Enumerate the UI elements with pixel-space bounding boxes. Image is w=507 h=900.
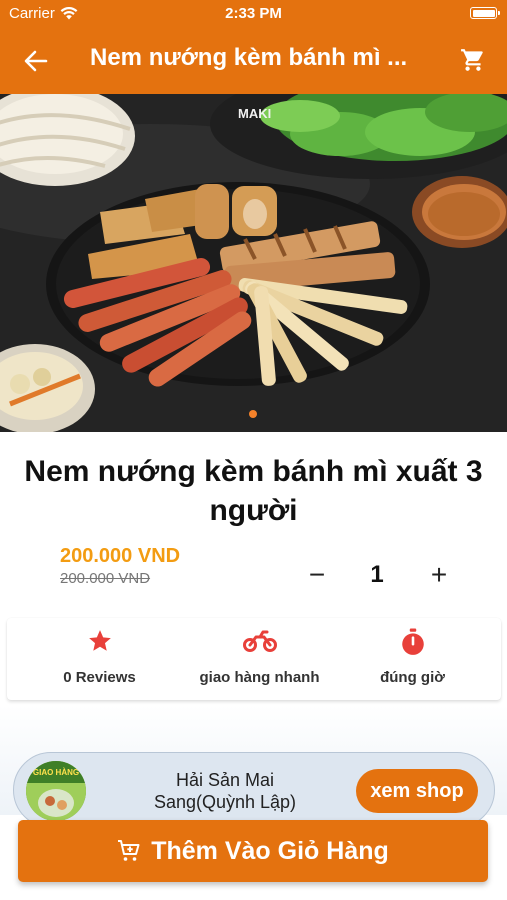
product-photo: MAKI [0,94,507,432]
quantity-stepper: − 1 + [300,558,460,592]
shop-logo-image: GIAO HÀNG [26,761,86,821]
brand-mark: MAKI [238,106,271,121]
product-price: 200.000 VND [60,545,181,567]
add-to-cart-label: Thêm Vào Giỏ Hàng [151,836,389,865]
nav-bar: Nem nướng kèm bánh mì ... [0,38,507,82]
battery-icon [470,7,500,19]
motorbike-icon [242,630,277,652]
carousel-indicator[interactable] [249,410,257,418]
add-to-cart-button[interactable]: Thêm Vào Giỏ Hàng [18,820,488,882]
back-button[interactable] [18,46,54,76]
product-old-price: 200.000 VND [60,570,151,587]
feature-on-time-label: đúng giờ [380,669,445,686]
cart-add-icon [118,840,140,861]
product-title: Nem nướng kèm bánh mì xuất 3 người [24,455,483,527]
star-icon [88,630,111,651]
feature-reviews-label: 0 Reviews [63,669,136,686]
decrease-quantity-button[interactable]: − [300,558,334,592]
arrow-left-icon [24,50,48,72]
feature-fast-delivery-label: giao hàng nhanh [199,669,320,686]
shopping-cart-icon [461,49,483,71]
shop-avatar[interactable]: GIAO HÀNG [26,761,86,821]
app-header: Carrier 2:33 PM Nem nướng kèm bánh mì ..… [0,0,507,94]
feature-on-time: đúng giờ [330,618,495,700]
increase-quantity-button[interactable]: + [422,558,456,592]
feature-fast-delivery: giao hàng nhanh [177,618,342,700]
quantity-value: 1 [370,561,384,588]
product-image-carousel[interactable]: MAKI [0,94,507,432]
status-time: 2:33 PM [225,5,282,22]
shop-name: Hải Sản Mai Sang(Quỳnh Lập) [153,770,297,812]
shop-card[interactable]: GIAO HÀNG Hải Sản Mai Sang(Quỳnh Lập) xe… [13,752,495,828]
shop-avatar-text: GIAO HÀNG [33,768,79,777]
page-title: Nem nướng kèm bánh mì ... [90,44,408,71]
cart-button[interactable] [457,44,489,76]
view-shop-button[interactable]: xem shop [356,769,478,813]
features-card: 0 Reviews giao hàng nhanh đúng giờ [7,618,501,700]
feature-reviews[interactable]: 0 Reviews [17,618,182,700]
stopwatch-icon [401,628,424,655]
status-bar: Carrier 2:33 PM [0,0,507,28]
